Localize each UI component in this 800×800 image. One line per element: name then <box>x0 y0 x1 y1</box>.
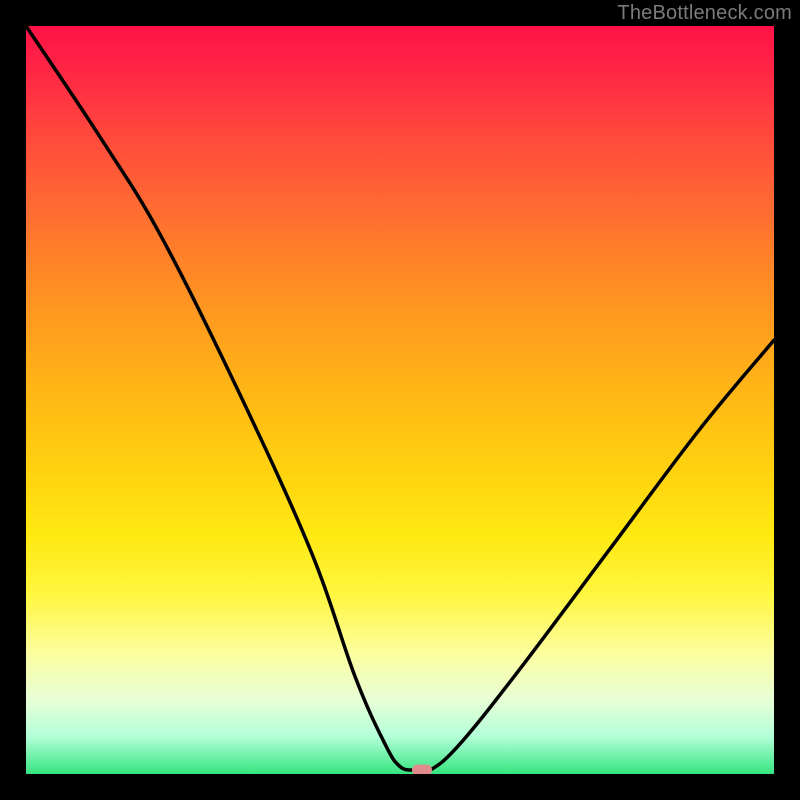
plot-area <box>26 26 774 774</box>
watermark-text: TheBottleneck.com <box>617 2 792 25</box>
chart-frame: TheBottleneck.com <box>0 0 800 800</box>
bottleneck-curve <box>26 26 774 774</box>
optimal-point-marker <box>412 765 432 774</box>
